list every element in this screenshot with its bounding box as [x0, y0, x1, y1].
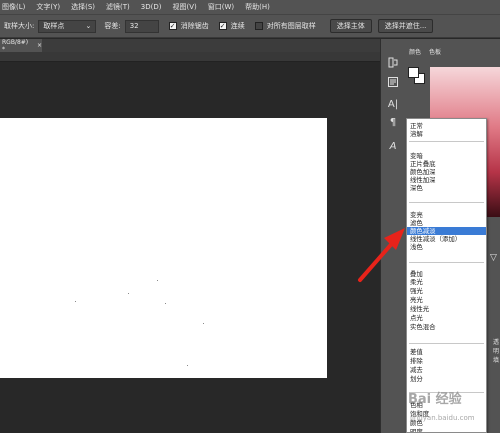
paragraph-icon[interactable]: ¶: [386, 115, 400, 129]
document-canvas[interactable]: [0, 118, 327, 378]
antialias-label: 消除锯齿: [180, 22, 209, 30]
menu-divider: [409, 202, 484, 203]
character-icon[interactable]: A|: [386, 97, 400, 111]
tolerance-input[interactable]: 32: [124, 19, 159, 33]
select-subject-button[interactable]: 选择主体: [329, 19, 372, 33]
blend-mode-option[interactable]: 线性减淡（添加）: [407, 235, 486, 243]
menu-window[interactable]: 窗口(W): [208, 2, 234, 12]
blend-mode-option[interactable]: 强光: [407, 287, 486, 295]
sample-size-value: 取样点: [43, 22, 65, 30]
sample-size-label: 取样大小:: [4, 22, 35, 30]
canvas-speck: [128, 293, 129, 294]
menu-image[interactable]: 图像(L): [2, 2, 25, 12]
blend-mode-option[interactable]: 叠加: [407, 270, 486, 278]
menu-divider: [409, 262, 484, 263]
properties-icon[interactable]: [386, 75, 400, 89]
blend-mode-option[interactable]: 实色混合: [407, 323, 486, 331]
tolerance-value: 32: [129, 22, 139, 30]
menu-type[interactable]: 文字(Y): [36, 2, 60, 12]
blend-mode-option[interactable]: 滤色: [407, 219, 486, 227]
blend-mode-option[interactable]: 深色: [407, 184, 486, 192]
select-and-mask-button[interactable]: 选择并遮住...: [377, 19, 434, 33]
blend-mode-option[interactable]: 线性光: [407, 305, 486, 313]
blend-mode-option[interactable]: 正常: [407, 122, 486, 130]
triangle-down-icon[interactable]: ▽: [490, 253, 497, 263]
chevron-down-icon: ⌄: [85, 22, 92, 30]
blend-mode-option[interactable]: 柔光: [407, 278, 486, 286]
watermark-brand: Bai 经验: [408, 392, 462, 407]
blend-mode-option[interactable]: 线性加深: [407, 176, 486, 184]
blend-mode-option[interactable]: 颜色加深: [407, 168, 486, 176]
menu-filter[interactable]: 滤镜(T): [106, 2, 130, 12]
blend-mode-option[interactable]: 变暗: [407, 152, 486, 160]
canvas-speck: [187, 365, 188, 366]
horizontal-ruler: [0, 52, 380, 62]
menu-bar: 图像(L) 文字(Y) 选择(S) 滤镜(T) 3D(D) 视图(V) 窗口(W…: [0, 0, 500, 14]
close-icon[interactable]: ×: [37, 42, 42, 49]
history-icon[interactable]: [386, 55, 400, 69]
blend-mode-dropdown[interactable]: 正常 溶解 变暗 正片叠底 颜色加深 线性加深 深色 变亮 滤色 颜色减淡 线性…: [406, 118, 487, 433]
blend-mode-option[interactable]: 划分: [407, 375, 486, 383]
blend-mode-option[interactable]: 浅色: [407, 243, 486, 251]
canvas-speck: [165, 303, 166, 304]
blend-mode-option[interactable]: 变亮: [407, 211, 486, 219]
fill-label: 填: [493, 357, 500, 364]
canvas-speck: [203, 323, 204, 324]
blend-mode-option-selected[interactable]: 颜色减淡: [407, 227, 486, 235]
menu-help[interactable]: 帮助(H): [245, 2, 270, 12]
canvas-speck: [157, 280, 158, 281]
sample-size-select[interactable]: 取样点 ⌄: [38, 19, 97, 33]
canvas-speck: [75, 301, 76, 302]
document-tab-label: RGB/8#) *: [2, 38, 29, 53]
blend-mode-option[interactable]: 差值: [407, 348, 486, 356]
foreground-background-swatch[interactable]: [408, 67, 426, 85]
contiguous-checkbox[interactable]: ✓: [218, 22, 227, 30]
blend-mode-option[interactable]: 排除: [407, 357, 486, 365]
tab-swatches[interactable]: 色板: [429, 47, 441, 59]
panel-icon-column: A| ¶ A: [380, 39, 405, 433]
all-layers-label: 对所有图层取样: [266, 22, 316, 30]
blend-mode-option[interactable]: 减去: [407, 366, 486, 374]
glyphs-icon[interactable]: A: [386, 139, 400, 153]
menu-3d[interactable]: 3D(D): [141, 3, 162, 11]
watermark-url: jingyan.baidu.com: [410, 414, 475, 422]
blend-mode-option[interactable]: 明度: [407, 428, 486, 432]
blend-mode-option[interactable]: 点光: [407, 314, 486, 322]
blend-mode-option[interactable]: 亮光: [407, 296, 486, 304]
document-tab[interactable]: RGB/8#) * ×: [0, 38, 42, 53]
blend-mode-option[interactable]: 正片叠底: [407, 160, 486, 168]
menu-select[interactable]: 选择(S): [71, 2, 95, 12]
select-and-mask-label: 选择并遮住...: [384, 22, 427, 30]
options-bar: 取样大小: 取样点 ⌄ 容差: 32 ✓ 消除锯齿 ✓ 连续 对所有图层取样 选…: [0, 14, 500, 38]
panel-tabs: 颜色 色板: [405, 47, 441, 59]
blend-mode-option[interactable]: 溶解: [407, 130, 486, 138]
menu-view[interactable]: 视图(V): [172, 2, 196, 12]
foreground-color-swatch[interactable]: [408, 67, 419, 78]
all-layers-checkbox[interactable]: [254, 22, 263, 30]
antialias-checkbox[interactable]: ✓: [168, 22, 177, 30]
menu-divider: [409, 343, 484, 344]
tolerance-label: 容差:: [104, 22, 121, 30]
select-subject-label: 选择主体: [336, 22, 365, 30]
menu-divider: [409, 141, 484, 142]
document-tab-bar: RGB/8#) * ×: [0, 38, 380, 53]
opacity-label: 透明: [493, 339, 500, 355]
tab-color[interactable]: 颜色: [409, 47, 421, 59]
contiguous-label: 连续: [230, 22, 245, 30]
